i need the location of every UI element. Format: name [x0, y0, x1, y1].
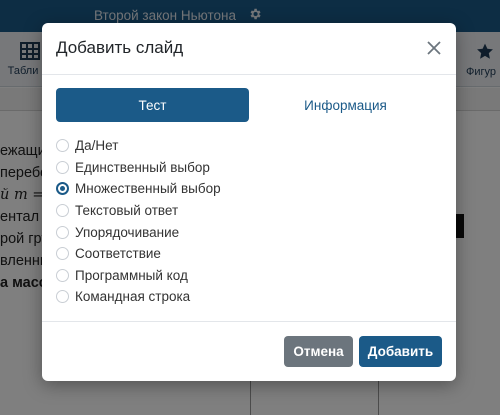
- radio-button[interactable]: [56, 204, 69, 218]
- option-multiple-choice[interactable]: Множественный выбор: [56, 178, 436, 200]
- option-label: Да/Нет: [75, 138, 119, 154]
- option-command-line[interactable]: Командная строка: [56, 286, 436, 308]
- option-label: Единственный выбор: [75, 159, 210, 175]
- dialog-header: Добавить слайд: [42, 23, 456, 75]
- close-icon[interactable]: [424, 38, 444, 58]
- option-matching[interactable]: Соответствие: [56, 243, 436, 265]
- radio-button[interactable]: [56, 268, 69, 282]
- option-ordering[interactable]: Упорядочивание: [56, 221, 436, 243]
- dialog-title: Добавить слайд: [56, 38, 184, 57]
- slide-type-tabs: Тест Информация: [56, 88, 442, 122]
- radio-button[interactable]: [56, 290, 69, 304]
- question-type-list: Да/Нет Единственный выбор Множественный …: [56, 135, 436, 308]
- radio-button[interactable]: [56, 139, 69, 153]
- tab-information[interactable]: Информация: [249, 88, 442, 122]
- option-program-code[interactable]: Программный код: [56, 265, 436, 287]
- option-label: Множественный выбор: [75, 181, 221, 197]
- dialog-footer: Отмена Добавить: [42, 321, 456, 381]
- option-text-answer[interactable]: Текстовый ответ: [56, 200, 436, 222]
- radio-button-selected[interactable]: [56, 182, 69, 196]
- add-slide-dialog: Добавить слайд Тест Информация Да/Нет Ед…: [42, 23, 456, 381]
- cancel-button[interactable]: Отмена: [284, 336, 353, 367]
- tab-test[interactable]: Тест: [56, 88, 249, 122]
- add-button[interactable]: Добавить: [359, 336, 442, 367]
- radio-button[interactable]: [56, 160, 69, 174]
- option-label: Текстовый ответ: [75, 203, 179, 219]
- radio-button[interactable]: [56, 247, 69, 261]
- option-yes-no[interactable]: Да/Нет: [56, 135, 436, 157]
- option-label: Командная строка: [75, 289, 191, 305]
- option-label: Соответствие: [75, 246, 161, 262]
- radio-button[interactable]: [56, 225, 69, 239]
- option-label: Упорядочивание: [75, 224, 180, 240]
- option-label: Программный код: [75, 267, 188, 283]
- option-single-choice[interactable]: Единственный выбор: [56, 157, 436, 179]
